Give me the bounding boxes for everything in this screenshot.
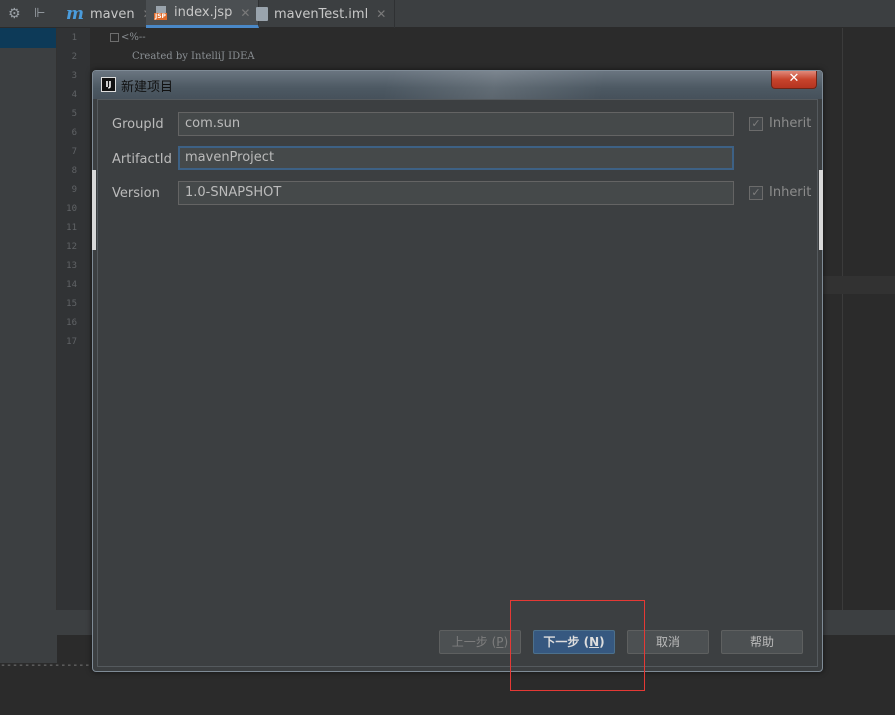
help-button[interactable]: 帮助 — [721, 630, 803, 654]
line-number: 12 — [66, 242, 77, 252]
version-label: Version — [112, 186, 160, 201]
dialog-title: 新建项目 — [121, 80, 174, 95]
line-number: 2 — [71, 52, 77, 62]
line-number: 6 — [71, 128, 77, 138]
line-number: 5 — [71, 109, 77, 119]
intellij-icon: IJ — [101, 77, 116, 92]
line-number: 14 — [66, 280, 77, 290]
editor-tab-bar: ⚙ ⊩ m maven ✕ JSP index.jsp ✕ mavenTest.… — [0, 0, 895, 28]
line-number: 16 — [66, 318, 77, 328]
project-panel — [0, 28, 57, 635]
jsp-file-icon: JSP — [154, 5, 168, 20]
line-number: 10 — [66, 204, 77, 214]
tab-index-jsp[interactable]: JSP index.jsp ✕ — [146, 0, 260, 28]
previous-button[interactable]: 上一步 (P) — [439, 630, 521, 654]
dialog-titlebar[interactable]: IJ 新建项目 ✕ — [93, 71, 822, 99]
version-inherit[interactable]: ✓ Inherit — [749, 185, 811, 200]
checkbox-checked-icon[interactable]: ✓ — [749, 116, 763, 131]
checkbox-checked-icon[interactable]: ✓ — [749, 185, 763, 200]
line-number: 15 — [66, 299, 77, 309]
mnemonic: P — [496, 635, 504, 649]
titlebar-shine — [93, 71, 822, 99]
annotation-highlight-box — [510, 600, 645, 691]
new-project-dialog: IJ 新建项目 ✕ GroupId com.sun ✓ Inherit Arti… — [92, 70, 823, 672]
artifactid-label: ArtifactId — [112, 152, 172, 167]
project-selected-row[interactable] — [0, 28, 56, 48]
line-number: 7 — [71, 147, 77, 157]
console-output: ---------------- — [0, 660, 97, 671]
tab-label: mavenTest.iml — [274, 6, 369, 22]
line-number: 13 — [66, 261, 77, 271]
code-line: <%-- — [121, 32, 146, 43]
line-number: 9 — [71, 185, 77, 195]
scroll-indicator-left — [92, 170, 96, 250]
groupid-inherit[interactable]: ✓ Inherit — [749, 116, 811, 131]
tab-label: index.jsp — [174, 5, 233, 20]
inherit-label: Inherit — [769, 185, 812, 200]
groupid-field[interactable]: com.sun — [178, 112, 734, 136]
artifactid-field[interactable]: mavenProject — [178, 146, 734, 170]
gear-icon[interactable]: ⚙ — [8, 6, 24, 22]
maven-m-icon: m — [66, 4, 84, 24]
console-gutter — [0, 635, 57, 663]
tab-maventest-iml[interactable]: mavenTest.iml ✕ — [248, 0, 396, 28]
tab-label: maven — [90, 6, 135, 22]
line-number: 1 — [71, 33, 77, 43]
iml-file-icon — [256, 7, 268, 21]
version-field[interactable]: 1.0-SNAPSHOT — [178, 181, 734, 205]
dialog-content: GroupId com.sun ✓ Inherit ArtifactId mav… — [97, 99, 818, 667]
line-number-gutter: 1 2 3 4 5 6 7 8 9 10 11 12 13 14 15 16 1… — [57, 28, 90, 610]
fold-icon[interactable] — [110, 33, 119, 42]
line-number: 4 — [71, 90, 77, 100]
right-margin-guide — [842, 28, 843, 610]
current-line-highlight — [823, 276, 895, 294]
close-button[interactable]: ✕ — [771, 71, 817, 89]
line-number: 3 — [71, 71, 77, 81]
line-number: 11 — [66, 223, 77, 233]
groupid-label: GroupId — [112, 117, 164, 132]
pin-icon[interactable]: ⊩ — [34, 6, 50, 22]
line-number: 17 — [66, 337, 77, 347]
inherit-label: Inherit — [769, 116, 812, 131]
scroll-indicator-right — [819, 170, 823, 250]
close-icon[interactable]: ✕ — [376, 7, 386, 21]
code-line: Created by IntelliJ IDEA — [132, 51, 255, 62]
paren: ) — [503, 635, 509, 649]
line-number: 8 — [71, 166, 77, 176]
previous-button-text: 上一步 ( — [451, 635, 497, 649]
